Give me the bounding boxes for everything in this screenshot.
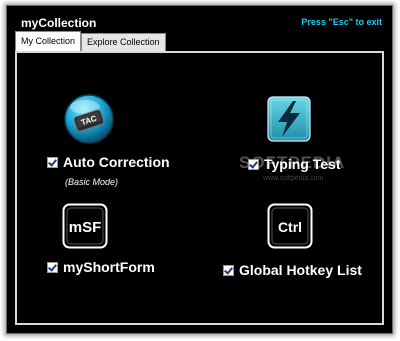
ctrl-icon-text: Ctrl <box>278 219 302 235</box>
auto-correction-mode: (Basic Mode) <box>65 177 119 187</box>
auto-correction-option[interactable]: Auto Correction <box>47 154 170 170</box>
myshortform-label: myShortForm <box>63 259 155 275</box>
tab-my-collection[interactable]: My Collection <box>15 31 82 51</box>
collection-panel: TAC Auto Correction (Basic Mode) SOFTPED… <box>15 51 384 325</box>
global-hotkey-label: Global Hotkey List <box>239 262 362 278</box>
typing-test-label: Typing Test <box>264 156 341 172</box>
tac-key-icon[interactable]: TAC <box>63 93 115 145</box>
global-hotkey-checkbox[interactable] <box>223 264 234 276</box>
typing-test-checkbox[interactable] <box>248 158 259 170</box>
tab-bar: My Collection Explore Collection <box>15 31 166 51</box>
myshortform-option[interactable]: myShortForm <box>47 259 155 275</box>
typing-test-option[interactable]: Typing Test <box>248 156 340 172</box>
softpedia-watermark-url: www.softpedia.com <box>263 175 324 182</box>
msf-key-icon[interactable]: mSF <box>62 203 108 249</box>
msf-icon-text: mSF <box>69 219 102 236</box>
auto-correction-checkbox[interactable] <box>47 156 58 168</box>
myshortform-checkbox[interactable] <box>47 261 58 273</box>
ctrl-key-icon[interactable]: Ctrl <box>267 203 313 249</box>
lightning-icon[interactable] <box>266 95 312 143</box>
app-window: myCollection Press "Esc" to exit My Coll… <box>6 5 393 334</box>
global-hotkey-option[interactable]: Global Hotkey List <box>223 262 362 278</box>
window-title: myCollection <box>21 16 97 30</box>
exit-hint: Press "Esc" to exit <box>301 17 382 27</box>
auto-correction-label: Auto Correction <box>63 154 170 170</box>
tab-explore-collection[interactable]: Explore Collection <box>81 33 166 51</box>
